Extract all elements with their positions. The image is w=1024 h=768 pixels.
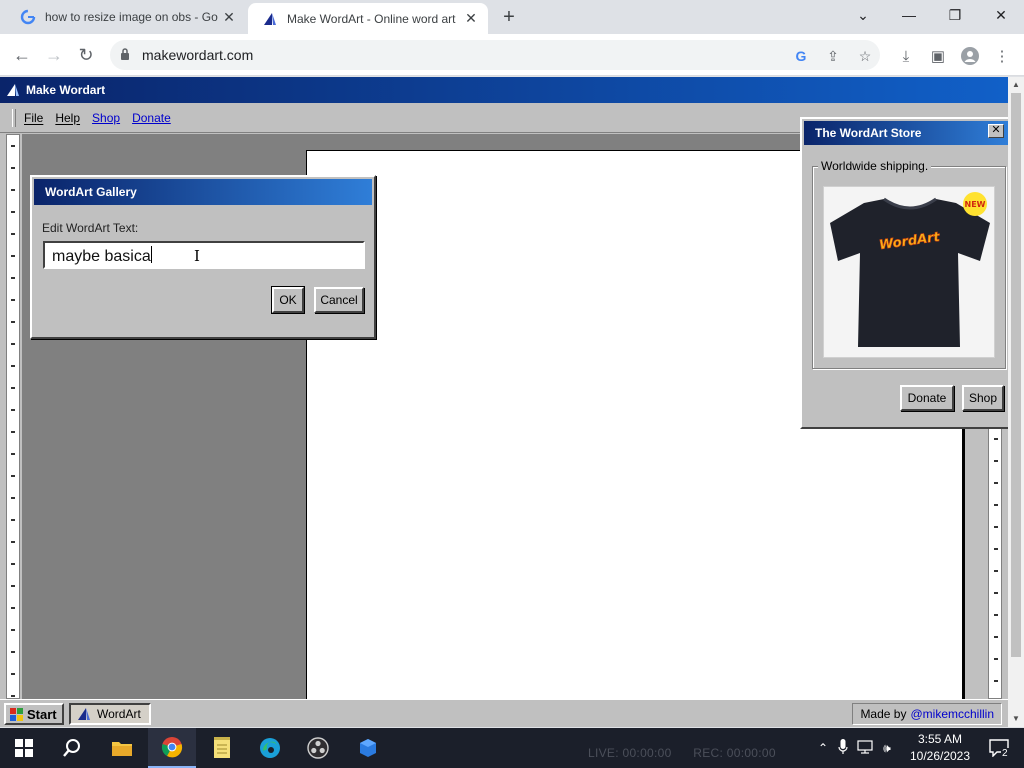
address-bar[interactable]: makewordart.com G ⇪ ☆ [110, 40, 880, 70]
author-link[interactable]: @mikemcchillin [910, 707, 994, 721]
start-label: Start [27, 706, 57, 722]
vertical-ruler-left [6, 134, 20, 699]
made-by-label: Made by [860, 707, 907, 721]
obs-rec-status: REC: 00:00:00 [693, 746, 776, 760]
wordart-gallery-dialog: WordArt Gallery Edit WordArt Text: maybe… [30, 175, 376, 339]
reload-icon[interactable]: ↻ [74, 43, 98, 67]
made-by-credit: Made by @mikemcchillin [852, 703, 1002, 725]
page-scrollbar[interactable]: ▲ ▼ [1008, 77, 1024, 727]
text-cursor-ibeam-icon: I [194, 247, 200, 265]
store-title[interactable]: The WordArt Store [804, 121, 1008, 145]
wordart-page: Make Wordart File Help Shop Donate WordA… [0, 77, 1008, 727]
tab-title: Make WordArt - Online word art [287, 11, 456, 26]
google-lens-icon[interactable]: G [792, 47, 810, 65]
google-g-icon [20, 9, 36, 25]
tab-close-icon[interactable]: ✕ [462, 10, 480, 27]
windows-taskbar: LIVE: 00:00:00 REC: 00:00:00 ⌃ 🕪 3:55 AM… [0, 728, 1024, 768]
browser-tab-strip: how to resize image on obs - Go ✕ Make W… [0, 0, 1024, 34]
wordart-text-input[interactable]: maybe basica [43, 241, 365, 269]
volume-icon[interactable]: 🕪 [876, 741, 898, 756]
scroll-down-arrow-icon[interactable]: ▼ [1008, 712, 1024, 726]
restore-icon[interactable]: ❐ [932, 0, 978, 30]
windows-start-icon[interactable] [0, 728, 48, 768]
menu-help[interactable]: Help [55, 111, 80, 125]
browser-toolbar: ← → ↻ makewordart.com G ⇪ ☆ ⤓ ▣ ⋮ [0, 34, 1024, 76]
network-icon[interactable] [854, 739, 876, 757]
obs-icon[interactable] [294, 728, 342, 768]
obs-live-status: LIVE: 00:00:00 [588, 746, 672, 760]
text-caret [150, 246, 152, 263]
tab-google-search[interactable]: how to resize image on obs - Go ✕ [6, 0, 246, 34]
new-badge: NEW [965, 200, 986, 209]
wordart-store-panel: The WordArt Store ✕ Worldwide shipping. … [800, 117, 1008, 429]
tab-title: how to resize image on obs - Go [45, 10, 218, 24]
store-title-text: The WordArt Store [815, 126, 922, 140]
notification-count: 2 [1001, 748, 1009, 759]
menu-file[interactable]: File [24, 111, 43, 125]
vertical-ruler-right [988, 427, 1002, 699]
share-icon[interactable]: ⇪ [824, 47, 842, 65]
tab-close-icon[interactable]: ✕ [220, 9, 238, 26]
cancel-button[interactable]: Cancel [314, 287, 364, 313]
wordart-task-button[interactable]: WordArt [69, 703, 151, 725]
store-close-button[interactable]: ✕ [988, 124, 1004, 138]
ok-button[interactable]: OK [271, 286, 305, 314]
app-cube-icon[interactable] [344, 728, 392, 768]
download-icon[interactable]: ⤓ [896, 46, 916, 66]
tab-make-wordart[interactable]: Make WordArt - Online word art ✕ [248, 3, 488, 34]
side-panel-icon[interactable]: ▣ [928, 46, 948, 66]
obs-status-overlay: LIVE: 00:00:00 REC: 00:00:00 [588, 746, 776, 760]
wordart-logo-icon [7, 84, 19, 96]
back-arrow-icon[interactable]: ← [10, 43, 34, 67]
app-status-bar: Start WordArt Made by @mikemcchillin [0, 699, 1008, 727]
store-donate-button[interactable]: Donate [900, 385, 954, 411]
tray-chevron-up-icon[interactable]: ⌃ [814, 741, 832, 755]
edit-text-label: Edit WordArt Text: [42, 221, 139, 235]
wordart-logo-icon [78, 708, 90, 720]
tshirt-product-image[interactable]: WordArt NEW [823, 186, 995, 358]
window-close-icon[interactable]: ✕ [978, 0, 1024, 30]
kebab-menu-icon[interactable]: ⋮ [992, 46, 1012, 66]
scrollbar-thumb[interactable] [1011, 93, 1021, 657]
start-button[interactable]: Start [4, 703, 64, 725]
forward-arrow-icon[interactable]: → [42, 43, 66, 67]
store-shop-button[interactable]: Shop [962, 385, 1004, 411]
edge-icon[interactable] [246, 728, 294, 768]
url-text: makewordart.com [142, 47, 254, 63]
clock[interactable]: 3:55 AM 10/26/2023 [902, 728, 978, 768]
notification-center-icon[interactable]: 2 [984, 728, 1014, 768]
scroll-up-arrow-icon[interactable]: ▲ [1008, 78, 1024, 92]
app-title: Make Wordart [26, 83, 106, 97]
new-tab-plus-icon[interactable]: + [498, 6, 520, 29]
task-label: WordArt [97, 707, 141, 721]
chrome-icon[interactable] [148, 728, 196, 768]
menu-donate-link[interactable]: Donate [132, 111, 171, 125]
profile-avatar-icon[interactable] [960, 46, 980, 66]
clock-time: 3:55 AM [917, 732, 963, 746]
wordart-logo-icon [262, 11, 278, 27]
file-explorer-icon[interactable] [98, 728, 146, 768]
system-tray: ⌃ 🕪 [814, 728, 898, 768]
menu-shop-link[interactable]: Shop [92, 111, 120, 125]
app-title-bar: Make Wordart [0, 77, 1008, 103]
shipping-label: Worldwide shipping. [818, 159, 932, 173]
lock-icon [120, 48, 130, 64]
tab-search-chevron-icon[interactable]: ⌄ [840, 0, 886, 30]
bookmark-star-icon[interactable]: ☆ [856, 47, 874, 65]
windows-flag-icon [10, 707, 23, 721]
search-icon[interactable] [48, 728, 96, 768]
menu-grip [12, 108, 16, 127]
tshirt-icon: WordArt NEW [830, 192, 990, 347]
dialog-title[interactable]: WordArt Gallery [34, 179, 372, 205]
minimize-icon[interactable]: — [886, 0, 932, 30]
microphone-icon[interactable] [832, 738, 854, 758]
clock-date: 10/26/2023 [909, 749, 971, 763]
notepad-icon[interactable] [198, 728, 246, 768]
wordart-text-value: maybe basica [52, 248, 151, 265]
